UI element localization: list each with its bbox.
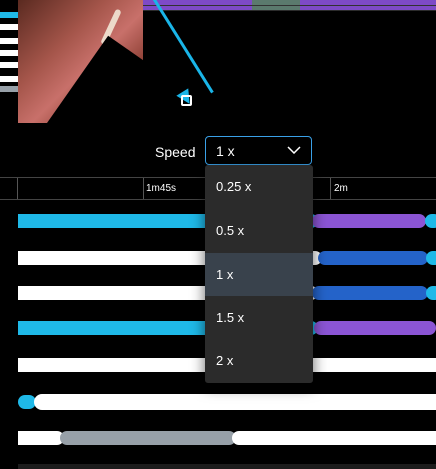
timeline-segment[interactable] [34, 394, 436, 410]
top-track-line [143, 5, 436, 6]
strip [0, 50, 18, 56]
lane-divider [18, 464, 436, 469]
chevron-down-icon [287, 146, 301, 154]
strip [0, 76, 18, 82]
ruler-tick [17, 178, 18, 200]
speed-option[interactable]: 0.25 x [205, 165, 313, 208]
strip [0, 62, 18, 68]
speed-option[interactable]: 1.5 x [205, 296, 313, 339]
timeline-segment[interactable] [425, 214, 436, 228]
timeline-lane [0, 392, 436, 412]
timeline-segment[interactable] [18, 431, 64, 445]
speed-option[interactable]: 2 x [205, 339, 313, 382]
top-divider [143, 10, 436, 11]
speed-select[interactable]: 1 x [205, 136, 312, 165]
strip [0, 12, 18, 18]
strip [0, 86, 18, 92]
timeline-lane [0, 429, 436, 447]
video-thumbnail[interactable] [18, 0, 143, 123]
strip [0, 38, 18, 44]
speed-option[interactable]: 0.5 x [205, 209, 313, 252]
timeline-segment[interactable] [232, 431, 436, 445]
timeline-segment[interactable] [318, 251, 428, 265]
timeline-segment[interactable] [312, 214, 426, 228]
timeline-segment[interactable] [60, 431, 236, 445]
ruler-tick-label: 2m [334, 183, 348, 194]
checkbox-icon[interactable] [181, 95, 192, 106]
timeline-segment[interactable] [426, 286, 436, 300]
speed-dropdown-menu: 0.25 x 0.5 x 1 x 1.5 x 2 x [205, 165, 313, 383]
timeline-segment[interactable] [426, 251, 436, 265]
speed-label: Speed [155, 144, 196, 160]
thumbnail-highlight [100, 8, 122, 46]
ruler-tick [330, 178, 331, 200]
timeline-segment[interactable] [312, 286, 428, 300]
speed-selected-value: 1 x [216, 143, 235, 159]
strip [0, 24, 18, 30]
ruler-tick-label: 1m45s [146, 183, 177, 194]
speed-option-selected[interactable]: 1 x [205, 253, 313, 296]
ruler-tick [143, 178, 144, 200]
timeline-segment[interactable] [314, 321, 436, 335]
